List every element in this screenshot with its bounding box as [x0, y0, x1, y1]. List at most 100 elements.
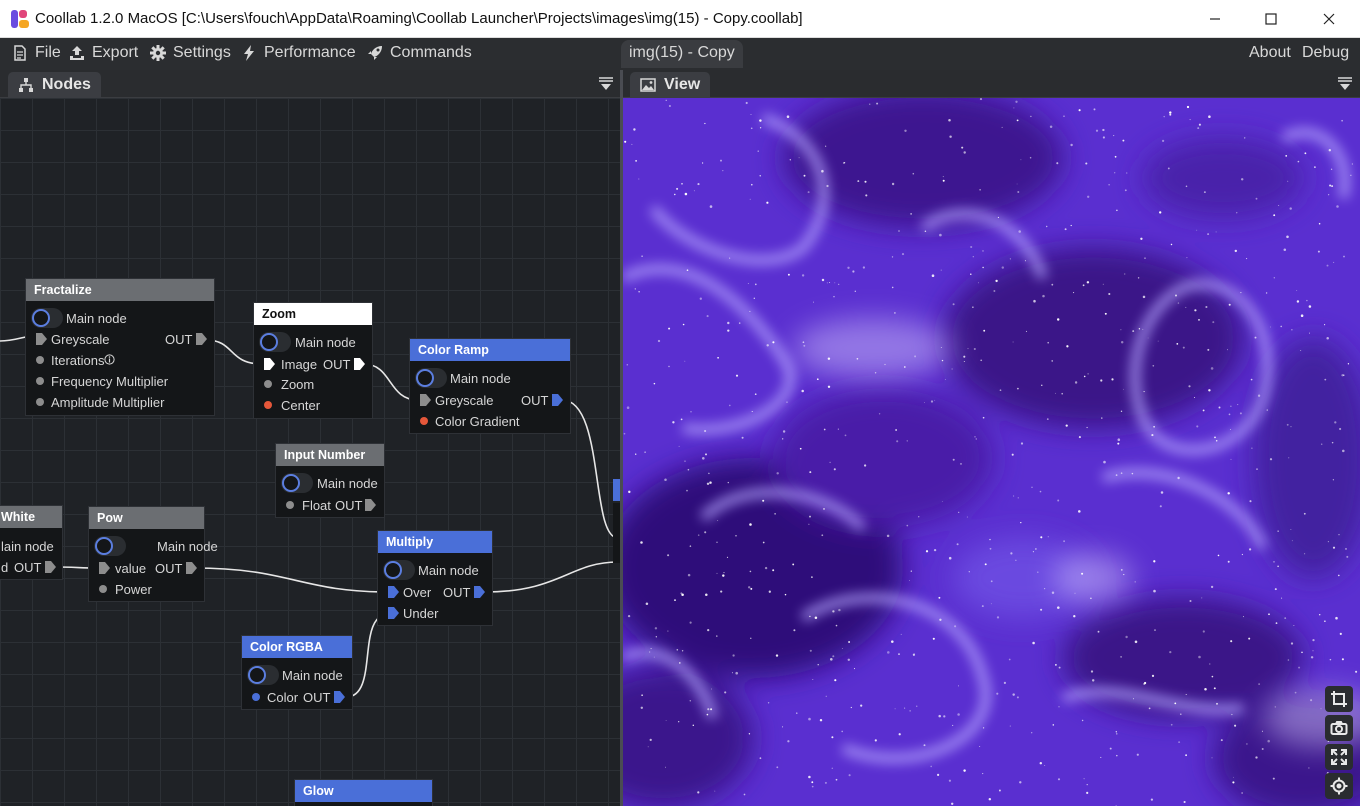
target-icon[interactable]: [1325, 773, 1353, 799]
rocket-icon: [368, 46, 382, 60]
menu-commands[interactable]: Commands: [367, 44, 472, 62]
param-color-gradient: Color Gradient: [435, 414, 520, 429]
wire-multiply-out: [484, 561, 619, 593]
menu-file[interactable]: File: [12, 44, 61, 62]
param-iterations: Iterations: [51, 353, 105, 368]
info-icon[interactable]: [104, 354, 115, 365]
menu-about[interactable]: About: [1249, 44, 1291, 62]
tab-view[interactable]: View: [630, 72, 711, 98]
node-input-number[interactable]: Input Number Main node Float OUT: [275, 443, 385, 518]
output-pin-icon[interactable]: [474, 586, 485, 598]
minimize-icon[interactable]: [1186, 0, 1244, 38]
render-view[interactable]: [623, 98, 1360, 806]
main-node-label: Main node: [282, 668, 343, 683]
input-pin-icon[interactable]: [99, 562, 110, 574]
param-dot[interactable]: [99, 585, 107, 593]
input-pin-icon[interactable]: [388, 586, 399, 598]
tab-nodes-label: Nodes: [42, 76, 91, 93]
output-pin-icon[interactable]: [552, 394, 563, 406]
coollab-logo-icon: [11, 10, 29, 28]
output-pin-icon[interactable]: [354, 358, 365, 370]
render-image: [623, 98, 1360, 806]
input-pin-icon[interactable]: [388, 607, 399, 619]
input-label: Over: [403, 585, 432, 600]
input-label: Under: [403, 606, 439, 621]
main-node-toggle[interactable]: [281, 473, 313, 493]
node-color-ramp[interactable]: Color Ramp Main node Greyscale OUT Color…: [409, 338, 571, 434]
camera-icon[interactable]: [1325, 715, 1353, 741]
param-dot[interactable]: [420, 417, 428, 425]
main-node-toggle[interactable]: [31, 308, 63, 328]
menu-debug[interactable]: Debug: [1302, 44, 1349, 62]
node-title: Color Ramp: [410, 339, 570, 361]
main-node-toggle[interactable]: [94, 536, 126, 556]
param-dot[interactable]: [264, 401, 272, 409]
param-dot[interactable]: [36, 398, 44, 406]
node-fractalize[interactable]: Fractalize Main node Greyscale OUT Itera…: [25, 278, 215, 416]
node-title: Color RGBA: [242, 636, 352, 658]
output-pin-icon[interactable]: [196, 333, 207, 345]
menu-settings[interactable]: Settings: [150, 44, 231, 62]
export-icon: [70, 46, 84, 60]
param-dot[interactable]: [36, 377, 44, 385]
main-node-label: Main node: [157, 539, 218, 554]
output-label: OUT: [303, 690, 331, 705]
input-pin-icon[interactable]: [36, 333, 47, 345]
window-title: Coollab 1.2.0 MacOS [C:\Users\fouch\AppD…: [35, 10, 803, 27]
node-glow[interactable]: Glow: [294, 779, 433, 806]
output-pin-icon[interactable]: [186, 562, 197, 574]
output-pin-icon[interactable]: [365, 499, 376, 511]
close-icon[interactable]: [1300, 0, 1358, 38]
node-editor-canvas[interactable]: Fractalize Main node Greyscale OUT Itera…: [0, 98, 620, 806]
param-dot[interactable]: [252, 693, 260, 701]
title-bar: Coollab 1.2.0 MacOS [C:\Users\fouch\AppD…: [0, 0, 1360, 38]
node-color-rgba[interactable]: Color RGBA Main node Color OUT: [241, 635, 353, 710]
panel-menu-icon[interactable]: [1337, 76, 1353, 92]
node-title: Fractalize: [26, 279, 214, 301]
panel-menu-icon[interactable]: [598, 76, 614, 92]
fullscreen-icon[interactable]: [1325, 744, 1353, 770]
main-node-label: lain node: [1, 539, 54, 554]
node-title: Zoom: [254, 303, 372, 325]
node-title: Input Number: [276, 444, 384, 466]
menu-performance[interactable]: Performance: [241, 44, 356, 62]
param-dot[interactable]: [264, 380, 272, 388]
output-pin-icon[interactable]: [45, 561, 56, 573]
document-tab[interactable]: img(15) - Copy: [621, 40, 743, 68]
tab-nodes[interactable]: Nodes: [8, 72, 101, 98]
param-color: Color: [267, 690, 299, 705]
input-label: value: [115, 561, 147, 576]
input-label: Greyscale: [435, 393, 494, 408]
node-title: Pow: [89, 507, 204, 529]
image-icon: [640, 78, 656, 92]
input-pin-icon[interactable]: [264, 358, 275, 370]
main-node-toggle[interactable]: [247, 665, 279, 685]
maximize-icon[interactable]: [1242, 0, 1300, 38]
param-dot[interactable]: [286, 501, 294, 509]
main-node-label: Main node: [418, 563, 479, 578]
crop-icon[interactable]: [1325, 686, 1353, 712]
nodes-icon: [19, 78, 33, 92]
node-zoom[interactable]: Zoom Main node Image OUT Zoom Center: [253, 302, 373, 419]
offscreen-node-edge[interactable]: [613, 479, 620, 501]
nodes-panel-header: Nodes: [0, 70, 620, 98]
node-pow[interactable]: Pow Main node value OUT Power: [88, 506, 218, 602]
node-multiply[interactable]: Multiply Main node Over OUT Under: [377, 530, 493, 626]
main-node-toggle[interactable]: [259, 332, 291, 352]
main-node-toggle[interactable]: [383, 560, 415, 580]
lightning-icon: [244, 45, 254, 61]
input-pin-icon[interactable]: [420, 394, 431, 406]
offscreen-node-body: [613, 503, 620, 563]
menu-file-label: File: [35, 44, 61, 61]
output-label: OUT: [323, 357, 351, 372]
menu-commands-label: Commands: [390, 44, 472, 61]
menu-export[interactable]: Export: [69, 44, 138, 62]
main-node-toggle[interactable]: [415, 368, 447, 388]
main-node-label: Main node: [295, 335, 356, 350]
param-dot[interactable]: [36, 356, 44, 364]
node-white[interactable]: White lain node d OUT: [0, 505, 63, 580]
output-pin-icon[interactable]: [334, 691, 345, 703]
param-frequency-multiplier: Frequency Multiplier: [51, 374, 169, 389]
menu-export-label: Export: [92, 44, 139, 61]
file-icon: [14, 45, 26, 61]
